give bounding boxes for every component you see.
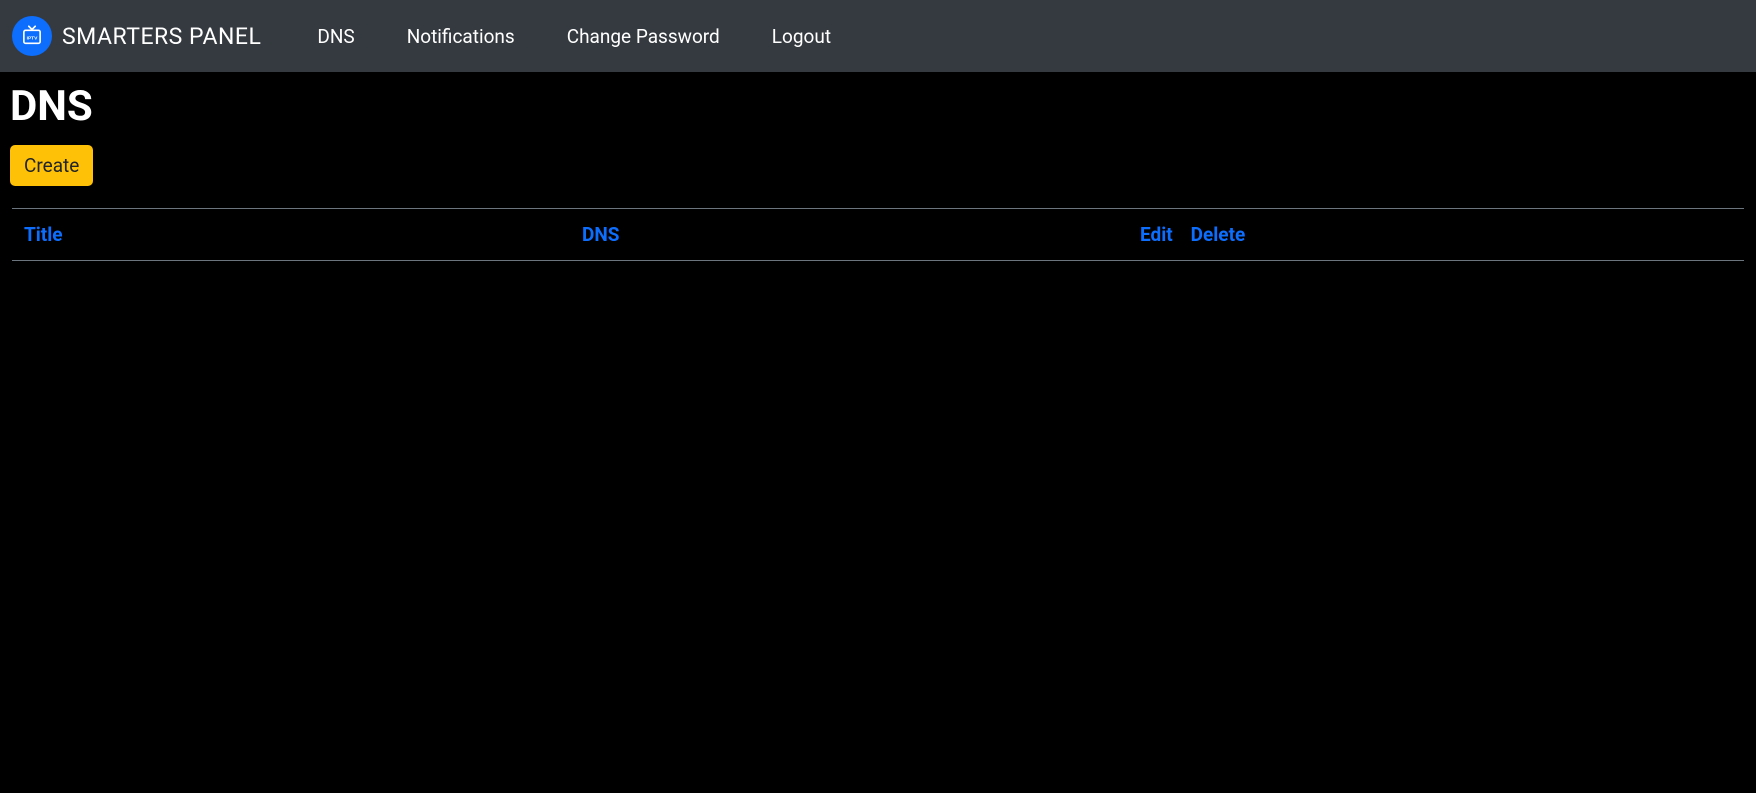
nav-item-dns[interactable]: DNS (291, 15, 380, 58)
column-header-delete[interactable]: Delete (1179, 209, 1744, 261)
brand-text: SMARTERS PANEL (62, 23, 261, 50)
column-header-edit[interactable]: Edit (1128, 209, 1179, 261)
nav-item-change-password[interactable]: Change Password (541, 15, 746, 58)
page-content: DNS Create Title DNS Edit Delete (0, 72, 1756, 261)
navbar: IPTV SMARTERS PANEL DNS Notifications Ch… (0, 0, 1756, 72)
tv-icon: IPTV (19, 23, 45, 49)
column-header-dns[interactable]: DNS (570, 209, 1128, 261)
brand-icon: IPTV (12, 16, 52, 56)
table-header-row: Title DNS Edit Delete (12, 209, 1744, 261)
column-header-title[interactable]: Title (12, 209, 570, 261)
brand[interactable]: IPTV SMARTERS PANEL (12, 16, 261, 56)
nav-links: DNS Notifications Change Password Logout (291, 15, 857, 58)
dns-table: Title DNS Edit Delete (12, 208, 1744, 261)
create-button[interactable]: Create (10, 145, 93, 186)
table-container: Title DNS Edit Delete (10, 208, 1746, 261)
svg-text:IPTV: IPTV (27, 35, 39, 41)
page-title: DNS (10, 82, 1746, 131)
nav-item-notifications[interactable]: Notifications (381, 15, 541, 58)
nav-item-logout[interactable]: Logout (746, 15, 857, 58)
